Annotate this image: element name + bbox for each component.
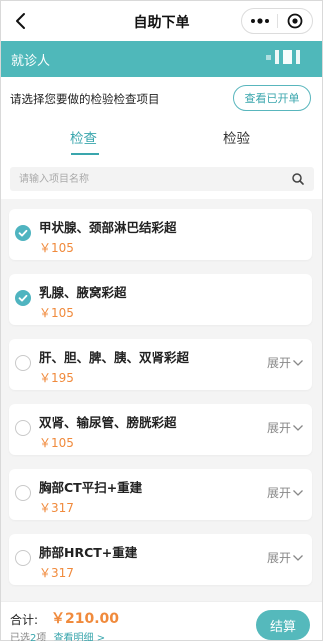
item-name: 肝、胆、脾、胰、双肾彩超 [39, 350, 190, 365]
expand-label: 展开 [266, 421, 291, 435]
selected-prefix: 已选 [10, 633, 30, 641]
check-icon [18, 229, 28, 237]
list-item[interactable]: 肺部HRCT+重建 ￥317 展开 [9, 534, 312, 585]
total-label: 合计: [10, 613, 39, 627]
list-item[interactable]: 胸部CT平扫+重建 ￥317 展开 [9, 469, 312, 520]
checkout-bar: 合计: ￥210.00 已选2项 查看明细 > 结算 [1, 601, 322, 641]
item-name: 肺部HRCT+重建 [39, 545, 138, 560]
close-miniprogram-button[interactable] [278, 9, 312, 33]
view-detail-link[interactable]: 查看明细 > [54, 633, 106, 641]
search-input[interactable] [10, 167, 280, 191]
chevron-down-icon [293, 359, 303, 366]
item-list: 甲状腺、颈部淋巴结彩超 ￥105 乳腺、腋窝彩超 ￥105 肝、胆、脾、胰、双肾… [1, 199, 322, 601]
settle-button[interactable]: 结算 [256, 610, 310, 640]
chevron-down-icon [293, 489, 303, 496]
chevron-down-icon [293, 554, 303, 561]
expand-button[interactable]: 展开 [267, 419, 304, 436]
item-price: ￥195 [39, 371, 74, 385]
checkbox-unchecked[interactable] [15, 485, 31, 501]
target-close-icon [287, 13, 303, 29]
chevron-down-icon [293, 424, 303, 431]
prompt-text: 请选择您要做的检验检查项目 [10, 92, 160, 106]
more-button[interactable] [242, 9, 277, 33]
item-name: 双肾、输尿管、膀胱彩超 [39, 415, 177, 430]
more-dots-icon [250, 18, 269, 24]
patient-name-redacted [266, 50, 300, 64]
list-item[interactable]: 乳腺、腋窝彩超 ￥105 [9, 274, 312, 325]
active-tab-indicator [71, 153, 99, 155]
item-name: 胸部CT平扫+重建 [39, 480, 143, 495]
view-orders-button[interactable]: 查看已开单 [233, 85, 311, 111]
category-tabs: 检查 检验 [1, 119, 322, 159]
item-name: 乳腺、腋窝彩超 [39, 285, 127, 300]
expand-label: 展开 [266, 486, 291, 500]
miniprogram-capsule [241, 8, 313, 34]
item-price: ￥105 [39, 436, 74, 450]
item-price: ￥105 [39, 241, 74, 255]
expand-button[interactable]: 展开 [267, 354, 304, 371]
list-item[interactable]: 肝、胆、脾、胰、双肾彩超 ￥195 展开 [9, 339, 312, 390]
prompt-row: 请选择您要做的检验检查项目 查看已开单 [1, 77, 322, 119]
selected-summary: 已选2项 查看明细 > [10, 629, 105, 641]
item-name: 甲状腺、颈部淋巴结彩超 [39, 220, 177, 235]
search-bar [10, 167, 314, 191]
search-icon[interactable] [291, 172, 305, 186]
patient-label: 就诊人 [11, 54, 51, 69]
tab-lab-test[interactable]: 检验 [223, 127, 250, 147]
item-price: ￥317 [39, 501, 74, 515]
expand-label: 展开 [266, 551, 291, 565]
checkbox-unchecked[interactable] [15, 355, 31, 371]
checkbox-checked[interactable] [15, 225, 31, 241]
item-price: ￥105 [39, 306, 74, 320]
list-item[interactable]: 甲状腺、颈部淋巴结彩超 ￥105 [9, 209, 312, 260]
tab-examination[interactable]: 检查 [70, 127, 97, 147]
list-item[interactable]: 双肾、输尿管、膀胱彩超 ￥105 展开 [9, 404, 312, 455]
patient-bar[interactable]: 就诊人 [1, 41, 322, 77]
selected-suffix: 项 [36, 633, 47, 641]
title-bar: 自助下单 [1, 1, 322, 41]
checkbox-unchecked[interactable] [15, 550, 31, 566]
expand-button[interactable]: 展开 [267, 484, 304, 501]
total-amount: ￥210.00 [51, 611, 120, 627]
checkbox-checked[interactable] [15, 290, 31, 306]
expand-label: 展开 [266, 356, 291, 370]
checkbox-unchecked[interactable] [15, 420, 31, 436]
item-price: ￥317 [39, 566, 74, 580]
check-icon [18, 294, 28, 302]
expand-button[interactable]: 展开 [267, 549, 304, 566]
